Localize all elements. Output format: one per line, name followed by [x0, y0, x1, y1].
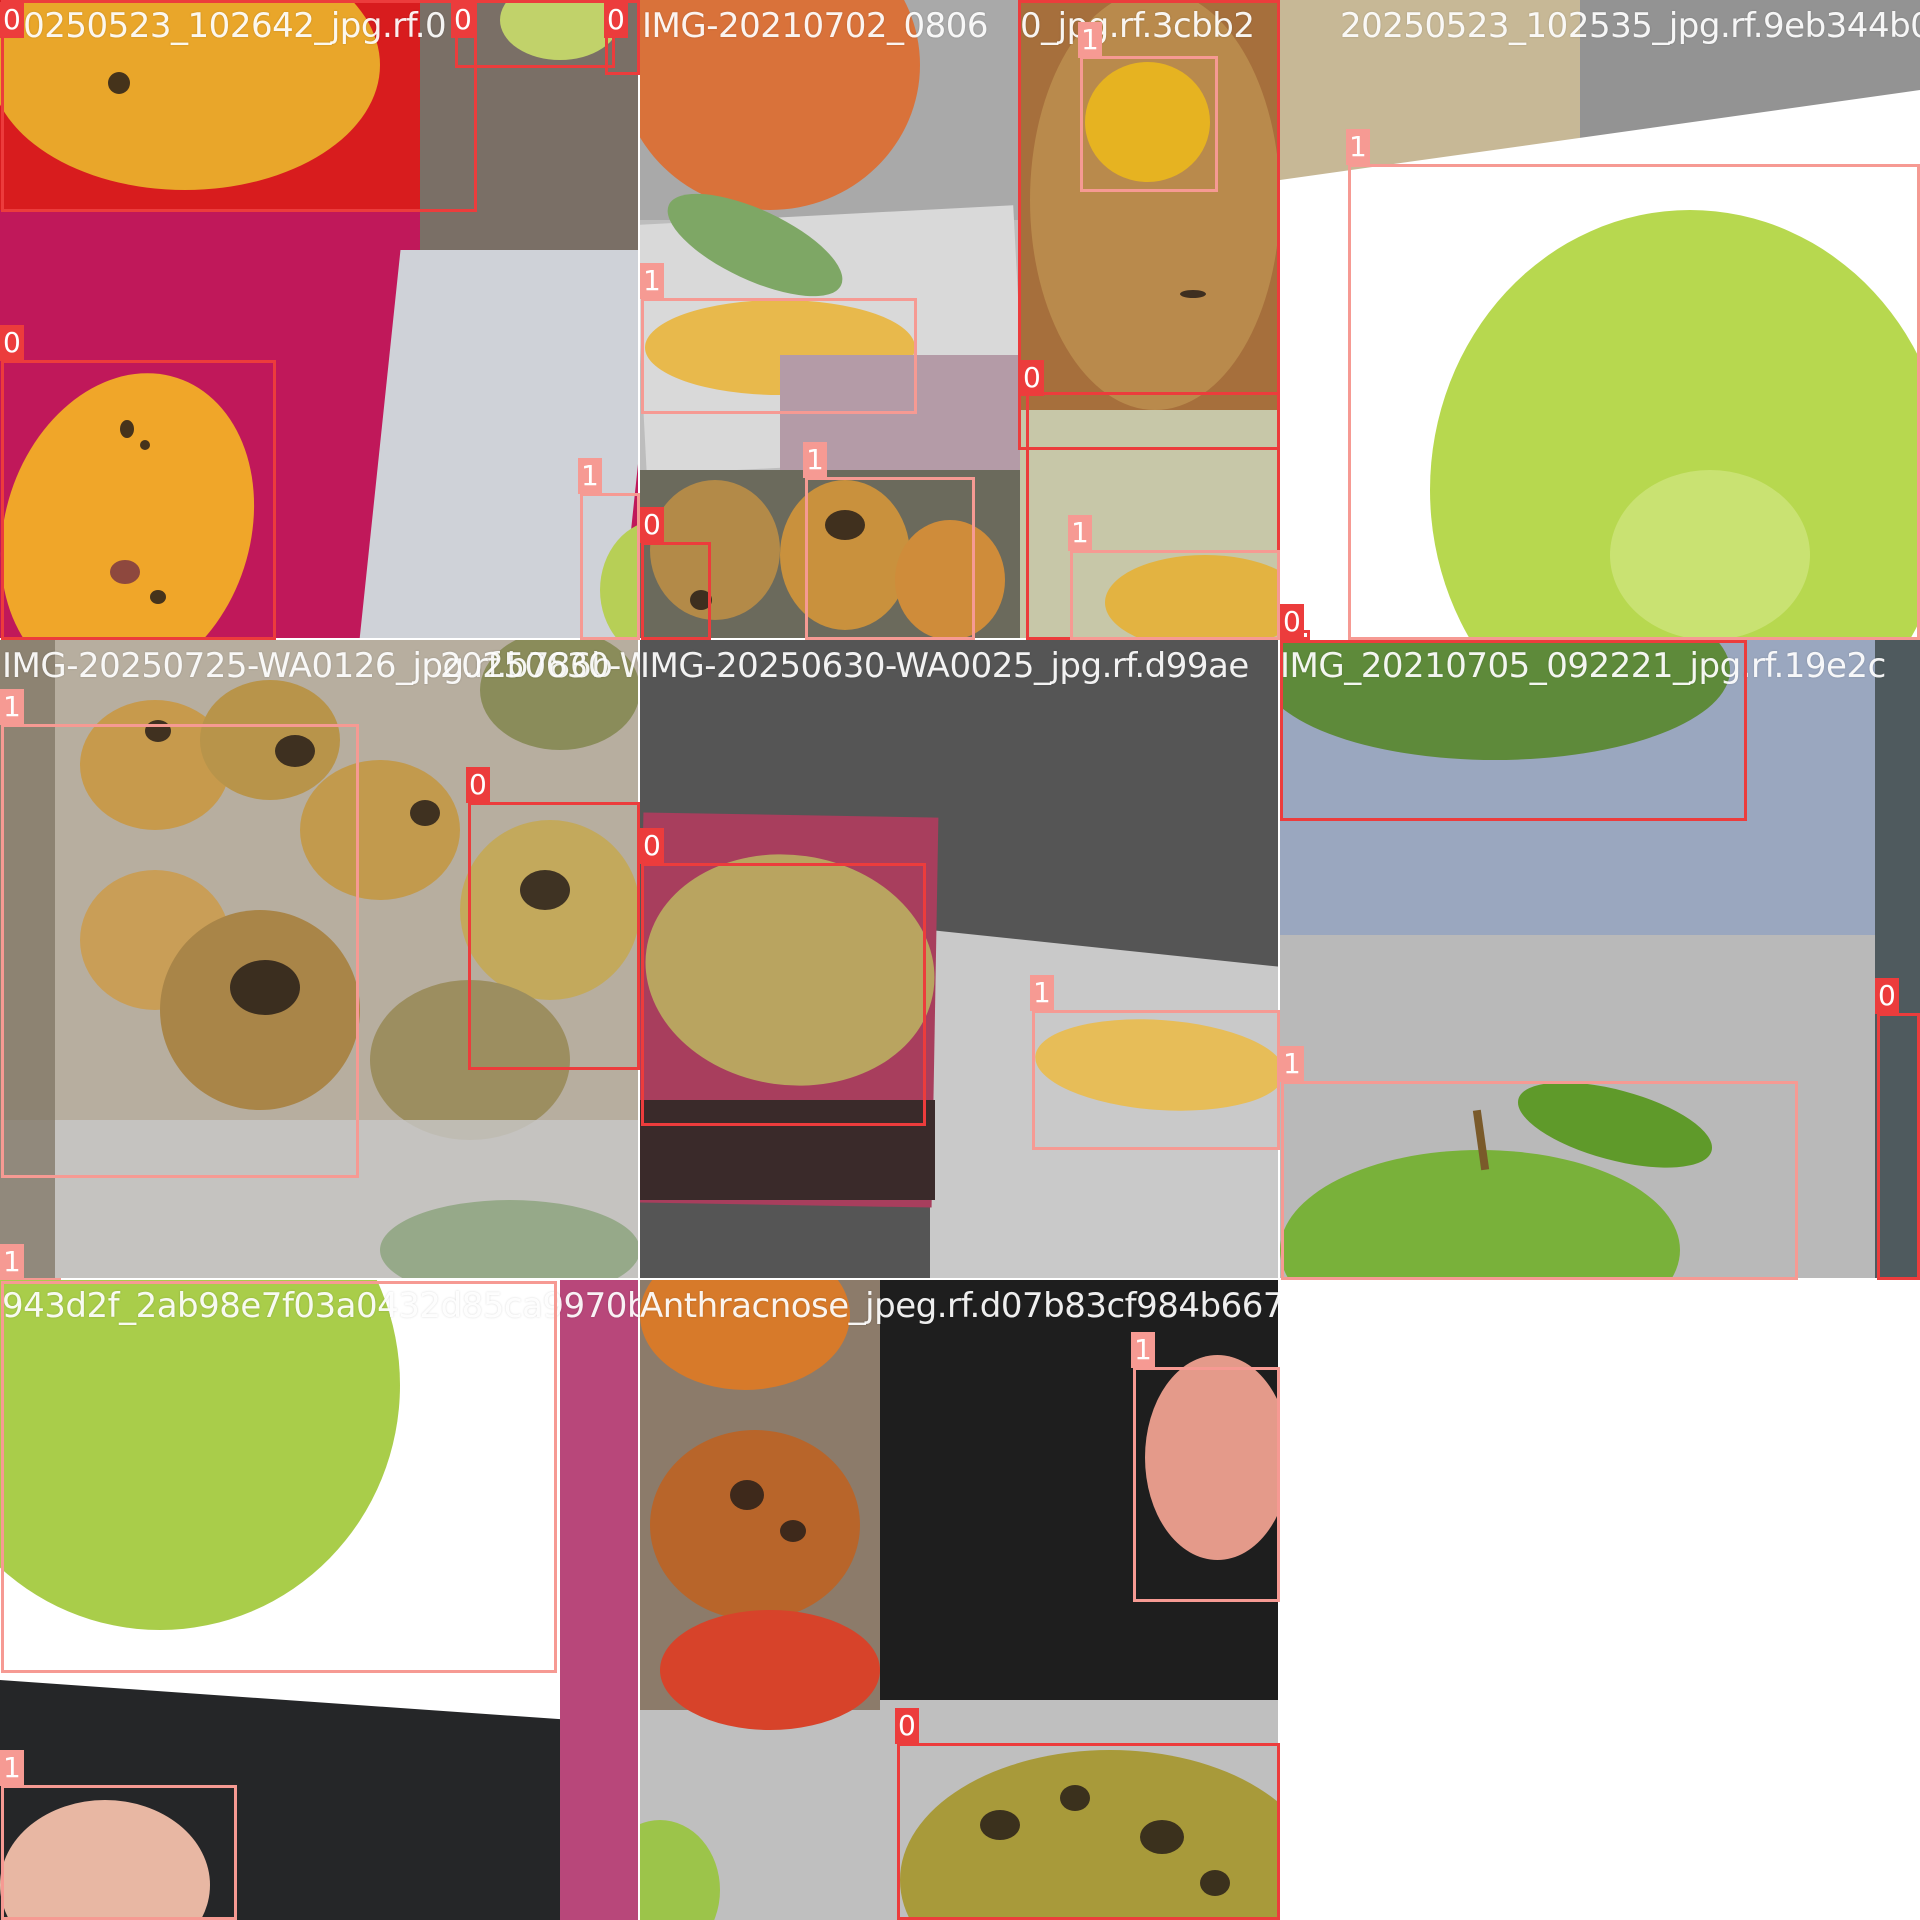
pink-cloth-strip	[560, 1280, 640, 1920]
bbox-class-0	[897, 1743, 1280, 1920]
tile-caption: 20250523_102535_jpg.rf.9eb344b0c9	[1340, 6, 1920, 46]
bbox-label: 0	[466, 767, 490, 803]
tile-caption-overlap: 20250630-WA0025	[440, 646, 640, 686]
bbox-label: 1	[1280, 1046, 1304, 1082]
bbox-label: 1	[1078, 22, 1102, 58]
bbox-class-0	[641, 542, 711, 640]
bbox-class-1	[641, 298, 917, 414]
tile-caption: Anthracnose_jpeg.rf.d07b83cf984b667b6999	[640, 1286, 1280, 1326]
bbox-class-0	[1280, 640, 1747, 821]
tile-caption: IMG-20250630-WA0025_jpg.rf.d99ae	[640, 646, 1249, 686]
bbox-label: 0	[451, 2, 475, 38]
bbox-class-1	[1133, 1367, 1280, 1602]
bbox-class-1	[1281, 1081, 1798, 1280]
bbox-label: 1	[1346, 129, 1370, 165]
bbox-label: 0	[1875, 978, 1899, 1014]
bbox-class-1	[1348, 164, 1920, 640]
bbox-label: 0	[895, 1708, 919, 1744]
bbox-class-1	[1, 724, 359, 1178]
tile-r0c2: 20250523_102535_jpg.rf.9eb344b0c9 1 0	[1280, 0, 1920, 640]
bbox-label: 1	[803, 442, 827, 478]
bbox-label: 1	[640, 263, 664, 299]
bbox-class-1	[1, 1281, 557, 1673]
bbox-label: 1	[1068, 515, 1092, 551]
bbox-class-1	[1032, 1010, 1280, 1150]
bbox-class-0	[1, 360, 276, 640]
bbox-class-1	[805, 477, 975, 640]
tile-r0c0: 20250523_102642_jpg.rf.0 0 0 0 0 1	[0, 0, 640, 640]
bbox-label: 0	[604, 2, 628, 38]
tile-r0c1: IMG-20210702_0806 0_jpg.rf.3cbb2 1 1 0 1…	[640, 0, 1280, 640]
bbox-class-0	[1877, 1013, 1920, 1280]
bbox-label: 0	[640, 828, 664, 864]
bbox-label: 1	[1131, 1332, 1155, 1368]
green-apple-bottom-left	[640, 1820, 720, 1920]
tile-r2c0: 943d2f_2ab98e7f03a0432d85ca9970b 1	[0, 1280, 640, 1920]
bbox-label: 1	[0, 689, 24, 725]
bbox-class-1	[1, 1785, 237, 1920]
bbox-label: 0	[0, 325, 24, 361]
tile-r1c2: IMG_20210705_092221_jpg.rf.19e2c 1 0	[1280, 640, 1920, 1280]
bbox-class-0	[1018, 0, 1280, 450]
bbox-class-1	[1070, 550, 1280, 640]
tile-caption: IMG-20210702_0806	[642, 6, 989, 46]
bbox-label: 0	[0, 2, 24, 38]
bbox-label: 1	[1030, 975, 1054, 1011]
bbox-label: 1	[0, 1750, 24, 1786]
tile-r2c1: Anthracnose_jpeg.rf.d07b83cf984b667b6999…	[640, 1280, 1280, 1920]
tile-r1c0: IMG-20250725-WA0126_jpg.rf.b786b 2025063…	[0, 640, 640, 1280]
bbox-label: 0	[1280, 604, 1304, 640]
bbox-label: 1	[0, 1244, 24, 1280]
bbox-class-0	[468, 802, 640, 1070]
bbox-class-0	[641, 863, 926, 1126]
bbox-label: 1	[578, 458, 602, 494]
bbox-label: 0	[1020, 360, 1044, 396]
augmented-training-mosaic: 20250523_102642_jpg.rf.0 0 0 0 0 1 IMG-2…	[0, 0, 1920, 1920]
tile-r1c1: IMG-20250630-WA0025_jpg.rf.d99ae 0 1	[640, 640, 1280, 1280]
tile-r2c2-empty	[1280, 1280, 1920, 1920]
bbox-class-0	[1, 0, 477, 212]
bbox-label: 0	[640, 507, 664, 543]
bbox-class-1	[580, 493, 640, 640]
bbox-class-0	[455, 0, 615, 68]
